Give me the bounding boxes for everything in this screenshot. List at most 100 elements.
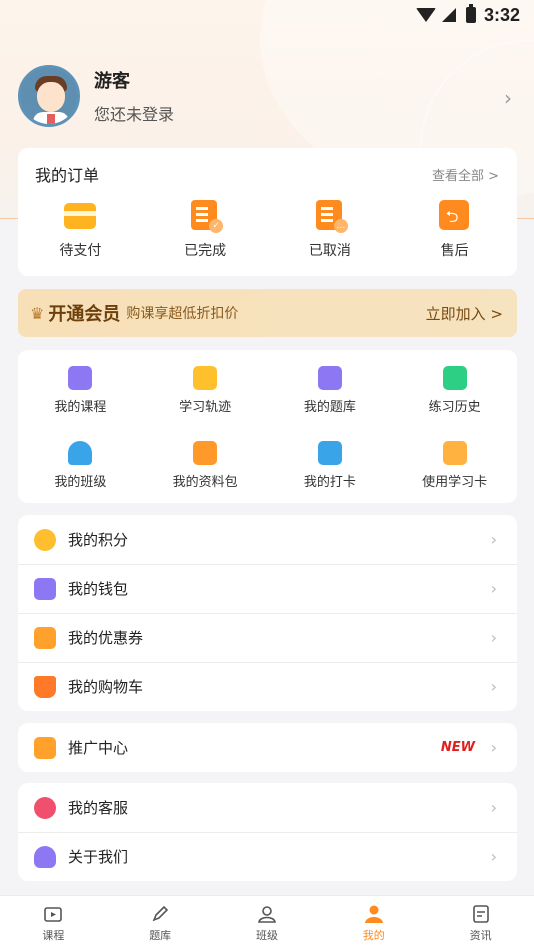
chevron-right-icon: ›	[490, 847, 497, 866]
grid-item-practice-history[interactable]: 练习历史	[392, 366, 517, 429]
list-item-label: 我的积分	[68, 531, 129, 549]
list-item-points[interactable]: 我的积分 ›	[18, 515, 517, 564]
battery-icon	[465, 4, 476, 23]
list-item-label: 关于我们	[68, 848, 129, 866]
chevron-right-icon: ›	[490, 798, 497, 817]
grid-item-label: 学习轨迹	[179, 400, 232, 415]
list-item-label: 我的购物车	[68, 678, 144, 696]
list-item-label: 我的客服	[68, 799, 129, 817]
chevron-right-icon: ›	[490, 738, 497, 757]
nav-tab-question-bank[interactable]: 题库	[110, 904, 210, 943]
grid-item-question-bank[interactable]: 我的题库	[268, 366, 393, 429]
grid-item-label: 我的资料包	[172, 474, 238, 490]
profile-nav-icon	[364, 905, 383, 923]
grid-item-learning-track[interactable]: 学习轨迹	[143, 366, 268, 429]
list-item-cart[interactable]: 我的购物车 ›	[18, 662, 517, 711]
avatar[interactable]	[18, 65, 80, 127]
order-item-label: 已取消	[308, 243, 351, 259]
nav-tab-courses[interactable]: 课程	[3, 904, 103, 943]
order-item-label: 已完成	[184, 243, 227, 259]
orders-title: 我的订单	[35, 166, 100, 185]
history-icon	[442, 366, 467, 390]
grid-item-label: 练习历史	[428, 400, 481, 415]
grid-item-materials[interactable]: 我的资料包	[143, 440, 268, 504]
list-item-customer-service[interactable]: 我的客服 ›	[18, 783, 517, 832]
grid-item-label: 我的课程	[54, 400, 107, 415]
order-item-label: 待支付	[59, 243, 102, 259]
order-completed[interactable]: ✓ 已完成	[155, 200, 255, 260]
order-done-icon: ✓	[191, 200, 224, 233]
order-pending-payment[interactable]: 待支付	[30, 200, 130, 260]
wallet-purple-icon	[34, 577, 56, 600]
wifi-icon	[415, 8, 436, 22]
list-item-label: 我的钱包	[68, 580, 129, 598]
profile-login-status: 您还未登录	[94, 105, 175, 124]
points-icon	[34, 528, 56, 551]
bottom-navigation: 课程 题库 班级 我的 资讯	[0, 895, 534, 950]
nav-label: 班级	[255, 928, 278, 942]
question-nav-icon	[152, 905, 169, 921]
order-item-label: 售后	[440, 243, 469, 259]
chevron-right-icon: ›	[490, 530, 497, 549]
nav-label: 题库	[149, 928, 172, 942]
wallet-icon	[64, 203, 97, 229]
chevron-right-icon: ›	[490, 628, 497, 647]
view-all-orders-link[interactable]: 查看全部 >	[432, 165, 499, 184]
grid-item-checkin[interactable]: 我的打卡	[268, 440, 393, 504]
nav-label: 资讯	[469, 928, 492, 942]
order-cancel-icon: …	[315, 200, 348, 233]
account-list: 我的积分 › 我的钱包 › 我的优惠券 › 我的购物车 ›	[18, 515, 517, 711]
list-item-label: 推广中心	[68, 739, 129, 757]
vip-subtitle: 购课享超低折扣价	[126, 306, 239, 322]
grid-item-label: 我的题库	[303, 400, 356, 415]
promotion-list: 推广中心 NEW ›	[18, 723, 517, 772]
grid-item-label: 我的打卡	[303, 474, 356, 490]
grid-item-my-courses[interactable]: 我的课程	[18, 366, 143, 429]
chevron-right-icon[interactable]: ›	[504, 86, 512, 110]
list-item-about-us[interactable]: 关于我们 ›	[18, 832, 517, 881]
vip-join-button[interactable]: 立即加入 >	[426, 303, 503, 324]
vip-title: 开通会员	[48, 304, 121, 325]
signal-icon	[441, 8, 456, 22]
about-icon	[34, 845, 56, 868]
new-badge: NEW	[440, 740, 475, 755]
grid-item-label: 我的班级	[54, 474, 107, 490]
cart-icon	[34, 675, 56, 698]
after-sale-icon	[438, 200, 469, 233]
service-icon	[34, 796, 56, 819]
nav-label: 课程	[42, 928, 65, 942]
track-icon	[193, 366, 218, 390]
chevron-right-icon: ›	[490, 579, 497, 598]
coupon-icon	[34, 626, 56, 649]
promotion-icon	[34, 736, 56, 759]
checkin-icon	[317, 440, 342, 465]
status-time: 3:32	[483, 4, 520, 25]
question-bank-icon	[317, 366, 342, 390]
orders-card: 我的订单 查看全部 > 待支付 ✓ 已完成 … 已取消 售后	[18, 148, 517, 276]
nav-tab-class[interactable]: 班级	[217, 904, 317, 943]
chevron-right-icon: ›	[490, 677, 497, 696]
support-list: 我的客服 › 关于我们 ›	[18, 783, 517, 881]
study-card-icon	[442, 440, 467, 465]
list-item-coupons[interactable]: 我的优惠券 ›	[18, 613, 517, 662]
feature-grid: 我的课程 学习轨迹 我的题库 练习历史 我的班级 我的资料包 我的打卡 使用学习…	[18, 350, 517, 503]
nav-label: 我的	[362, 928, 385, 942]
news-nav-icon	[472, 904, 489, 923]
class-nav-icon	[258, 905, 276, 923]
profile-name: 游客	[94, 71, 130, 92]
grid-item-study-card[interactable]: 使用学习卡	[392, 440, 517, 504]
list-item-promotion-center[interactable]: 推广中心 NEW ›	[18, 723, 517, 772]
list-item-wallet[interactable]: 我的钱包 ›	[18, 564, 517, 613]
grid-item-label: 使用学习卡	[422, 474, 488, 490]
order-cancelled[interactable]: … 已取消	[280, 200, 380, 260]
profile-header[interactable]: 游客 您还未登录 ›	[18, 64, 518, 128]
crown-icon: ♛	[30, 303, 45, 323]
vip-banner[interactable]: ♛ 开通会员 购课享超低折扣价 立即加入 >	[18, 289, 517, 337]
order-after-sale[interactable]: 售后	[405, 200, 505, 260]
nav-tab-profile[interactable]: 我的	[324, 904, 424, 943]
course-icon	[68, 366, 93, 390]
grid-item-my-class[interactable]: 我的班级	[18, 440, 143, 504]
nav-tab-news[interactable]: 资讯	[431, 904, 531, 943]
folder-icon	[193, 440, 218, 465]
status-bar: 3:32	[0, 0, 534, 30]
